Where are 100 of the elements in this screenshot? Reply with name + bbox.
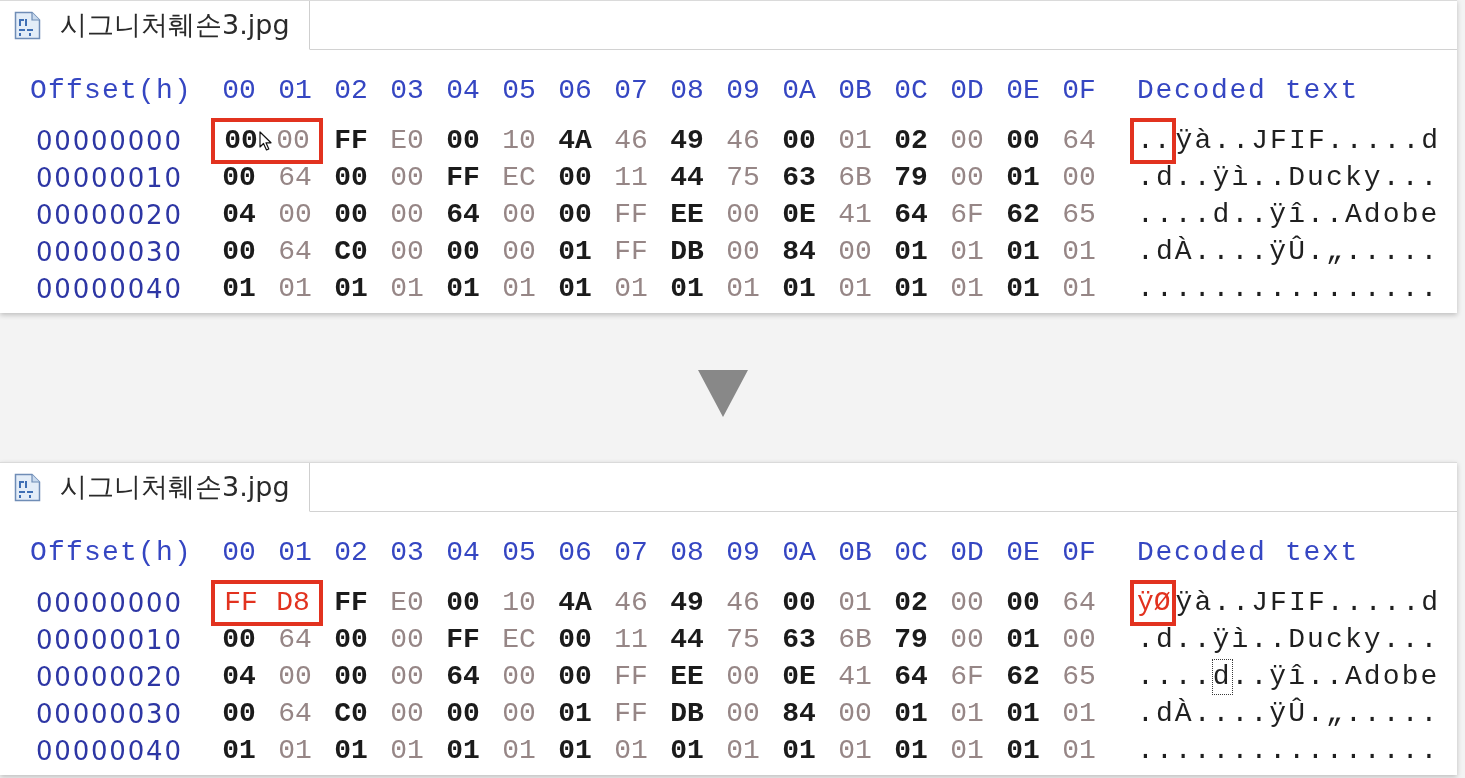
hex-byte: 01 xyxy=(726,273,760,304)
hex-byte: 65 xyxy=(1062,199,1096,230)
hex-byte: 00 xyxy=(222,236,256,267)
decoded-text: ................ xyxy=(1137,735,1440,766)
hex-byte: EE xyxy=(670,199,704,230)
hex-byte: 01 xyxy=(446,273,480,304)
hex-byte: 64 xyxy=(1062,587,1096,618)
hex-byte: 6B xyxy=(838,624,872,655)
hex-byte: FF xyxy=(334,587,368,618)
hex-byte: 63 xyxy=(782,162,816,193)
hex-byte: 01 xyxy=(670,273,704,304)
hex-byte: 01 xyxy=(838,587,872,618)
hex-byte: 01 xyxy=(446,735,480,766)
hex-byte: 64 xyxy=(278,698,312,729)
hex-byte: EE xyxy=(670,661,704,692)
hex-byte: 00 xyxy=(390,624,424,655)
hex-byte: FF xyxy=(446,624,480,655)
hex-byte: 01 xyxy=(614,735,648,766)
hex-byte: 00 xyxy=(782,587,816,618)
row-offset: 00000040 xyxy=(36,273,183,304)
file-tab[interactable]: 시그니처훼손3.jpg xyxy=(0,1,310,50)
row-offset: 00000000 xyxy=(36,587,183,618)
hex-byte: 01 xyxy=(278,273,312,304)
column-header: 0B xyxy=(838,75,872,106)
hex-byte: 00 xyxy=(334,661,368,692)
hex-byte: 01 xyxy=(278,735,312,766)
column-header: 07 xyxy=(614,537,648,568)
decoded-text: ................ xyxy=(1137,273,1440,304)
column-header: 09 xyxy=(726,75,760,106)
hex-byte: 01 xyxy=(894,236,928,267)
hex-byte: 79 xyxy=(894,624,928,655)
hex-byte: 0E xyxy=(782,661,816,692)
hex-byte: 00 xyxy=(558,624,592,655)
hex-byte: 00 xyxy=(446,587,480,618)
hex-byte: E0 xyxy=(390,587,424,618)
hex-byte: 01 xyxy=(502,735,536,766)
column-header: 0E xyxy=(1006,75,1040,106)
hex-byte: FF xyxy=(446,162,480,193)
hex-byte: 01 xyxy=(1006,162,1040,193)
hex-byte: 00 xyxy=(502,698,536,729)
hex-byte: 01 xyxy=(558,698,592,729)
hex-byte: 01 xyxy=(894,698,928,729)
decoded-text: .d..ÿì..Ducky... xyxy=(1137,624,1440,655)
hex-byte: 64 xyxy=(446,661,480,692)
hex-byte: DB xyxy=(670,236,704,267)
hex-byte: 00 xyxy=(390,698,424,729)
hex-byte: 01 xyxy=(950,735,984,766)
hex-byte: 64 xyxy=(1062,125,1096,156)
column-header: 0F xyxy=(1062,537,1096,568)
column-header: 05 xyxy=(502,537,536,568)
row-offset: 00000030 xyxy=(36,698,183,729)
hex-byte: 75 xyxy=(726,162,760,193)
decoded-text-header: Decoded text xyxy=(1137,75,1360,106)
hex-byte: 65 xyxy=(1062,661,1096,692)
hex-byte: 01 xyxy=(838,735,872,766)
column-header: 00 xyxy=(222,537,256,568)
hex-byte: 04 xyxy=(222,661,256,692)
decoded-text: .... xyxy=(1137,661,1213,692)
hex-byte: 01 xyxy=(950,236,984,267)
hex-byte: 00 xyxy=(558,199,592,230)
hex-byte: 00 xyxy=(782,125,816,156)
hex-byte: 84 xyxy=(782,236,816,267)
hex-byte: 00 xyxy=(446,698,480,729)
hex-byte: 01 xyxy=(1006,735,1040,766)
hex-byte: 00 xyxy=(222,162,256,193)
column-header: 0D xyxy=(950,75,984,106)
hex-byte: 62 xyxy=(1006,199,1040,230)
hex-byte: 79 xyxy=(894,162,928,193)
hex-byte: 02 xyxy=(894,125,928,156)
hex-byte: 00 xyxy=(278,199,312,230)
hex-byte: 00 xyxy=(838,236,872,267)
down-triangle-icon xyxy=(698,370,748,417)
hex-byte: 6F xyxy=(950,199,984,230)
hex-byte: FF xyxy=(334,125,368,156)
hex-byte: 00 xyxy=(334,162,368,193)
column-header: 08 xyxy=(670,75,704,106)
hex-byte: 00 xyxy=(222,624,256,655)
decoded-text: ....d..ÿî..Adobe xyxy=(1137,199,1440,230)
hex-byte: 75 xyxy=(726,624,760,655)
column-header: 0B xyxy=(838,537,872,568)
row-offset: 00000020 xyxy=(36,661,183,692)
row-offset: 00000010 xyxy=(36,624,183,655)
hex-byte: 62 xyxy=(1006,661,1040,692)
hex-byte: 10 xyxy=(502,125,536,156)
column-header: 02 xyxy=(334,75,368,106)
column-header: 04 xyxy=(446,537,480,568)
file-tab[interactable]: 시그니처훼손3.jpg xyxy=(0,463,310,512)
hex-byte: 46 xyxy=(614,125,648,156)
hex-byte: 01 xyxy=(334,273,368,304)
hex-byte: 00 xyxy=(726,236,760,267)
hex-byte: 84 xyxy=(782,698,816,729)
hex-byte: 00 xyxy=(1006,125,1040,156)
hex-byte: FF xyxy=(614,661,648,692)
hex-byte: 00 xyxy=(1062,624,1096,655)
hex-byte: FF xyxy=(614,698,648,729)
hex-byte: 00 xyxy=(446,125,480,156)
hex-byte: 64 xyxy=(894,661,928,692)
hex-byte: 01 xyxy=(1062,735,1096,766)
hex-byte: 01 xyxy=(558,236,592,267)
column-header: 0F xyxy=(1062,75,1096,106)
